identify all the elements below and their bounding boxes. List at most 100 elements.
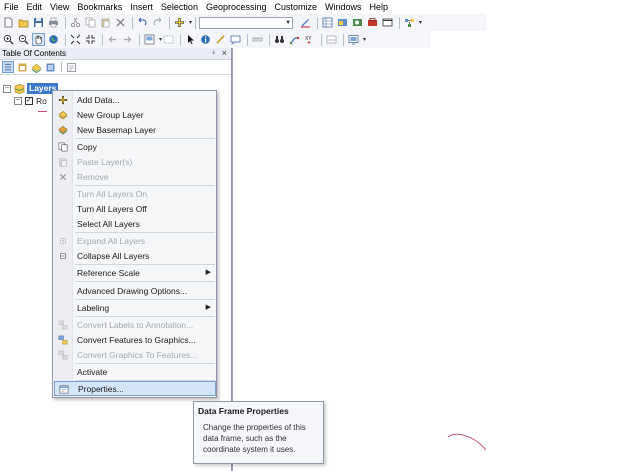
collapse-icon[interactable]: −	[3, 84, 11, 93]
layout-icon[interactable]	[143, 33, 156, 46]
submenu-arrow-icon: ▶	[205, 269, 211, 276]
standard-toolbar: ▾ ▼ ▾	[0, 14, 486, 31]
chevron-down-icon[interactable]: ▼	[285, 20, 291, 27]
menu-insert[interactable]: Insert	[130, 2, 153, 12]
paste-icon[interactable]	[99, 16, 112, 29]
chevron-down-icon[interactable]: ▾	[363, 36, 366, 43]
chevron-down-icon[interactable]: ▾	[419, 19, 422, 26]
menu-item-turn-all-layers-off[interactable]: Turn All Layers Off	[54, 201, 216, 216]
toolbar-empty-area	[486, 14, 620, 48]
menu-item-label: Select All Layers	[77, 218, 140, 229]
full-extent-icon[interactable]	[47, 33, 60, 46]
time-slider-icon[interactable]	[325, 33, 338, 46]
menu-view[interactable]: View	[50, 2, 69, 12]
back-icon[interactable]	[106, 33, 119, 46]
menu-item-label: Convert Graphics To Features...	[77, 349, 198, 360]
menu-item-reference-scale[interactable]: Reference Scale ▶	[54, 265, 216, 280]
menu-item-labeling[interactable]: Labeling ▶	[54, 300, 216, 315]
menu-geoprocessing[interactable]: Geoprocessing	[206, 2, 267, 12]
menu-help[interactable]: Help	[370, 2, 389, 12]
options-icon[interactable]	[65, 61, 77, 73]
map-scale-combo[interactable]: ▼	[199, 16, 294, 29]
toolbar-separator	[132, 16, 133, 29]
menu-item-add-data[interactable]: Add Data...	[54, 92, 216, 107]
new-document-icon[interactable]	[2, 16, 15, 29]
fixed-zoom-in-icon[interactable]	[69, 33, 82, 46]
pin-icon[interactable]: ᛎ	[211, 49, 216, 58]
find-icon[interactable]	[273, 33, 286, 46]
menu-item-remove[interactable]: Remove	[54, 169, 216, 184]
select-features-icon[interactable]	[162, 33, 175, 46]
pan-icon[interactable]	[32, 33, 45, 46]
menu-item-properties[interactable]: Properties...	[54, 381, 216, 396]
menu-bookmarks[interactable]: Bookmarks	[77, 2, 122, 12]
catalog-icon[interactable]	[336, 16, 349, 29]
list-by-drawing-order-icon[interactable]	[2, 61, 14, 73]
cut-icon[interactable]	[69, 16, 82, 29]
viewer-icon[interactable]	[347, 33, 360, 46]
menu-item-convert-labels-to-annotation[interactable]: Convert Labels to Annotation...	[54, 317, 216, 332]
chevron-down-icon[interactable]: ▾	[189, 19, 192, 26]
list-by-selection-icon[interactable]	[44, 61, 56, 73]
list-by-visibility-icon[interactable]	[30, 61, 42, 73]
table-icon[interactable]	[321, 16, 334, 29]
menu-item-activate[interactable]: Activate	[54, 364, 216, 379]
layer-visibility-checkbox[interactable]: ✓	[25, 96, 33, 105]
menu-item-label: Turn All Layers Off	[77, 203, 147, 214]
measure-icon[interactable]	[251, 33, 264, 46]
menu-selection[interactable]: Selection	[161, 2, 198, 12]
fixed-zoom-out-icon[interactable]	[84, 33, 97, 46]
list-by-source-icon[interactable]	[16, 61, 28, 73]
search-window-icon[interactable]	[351, 16, 364, 29]
print-icon[interactable]	[47, 16, 60, 29]
menu-item-new-group-layer[interactable]: New Group Layer	[54, 107, 216, 122]
menu-customize[interactable]: Customize	[275, 2, 318, 12]
menu-item-collapse-all-layers[interactable]: Collapse All Layers	[54, 248, 216, 263]
tools-toolbar: ▾ XY ▾	[0, 31, 430, 48]
menu-item-expand-all-layers[interactable]: Expand All Layers	[54, 233, 216, 248]
menu-item-convert-graphics-to-features[interactable]: Convert Graphics To Features...	[54, 347, 216, 362]
select-elements-icon[interactable]	[184, 33, 197, 46]
find-route-icon[interactable]	[288, 33, 301, 46]
tree-row-layers[interactable]: − Layers	[3, 83, 59, 94]
open-icon[interactable]	[17, 16, 30, 29]
model-builder-icon[interactable]	[403, 16, 416, 29]
menu-item-turn-all-layers-on[interactable]: Turn All Layers On	[54, 186, 216, 201]
delete-icon[interactable]	[114, 16, 127, 29]
menu-item-select-all-layers[interactable]: Select All Layers	[54, 216, 216, 231]
map-feature-line	[447, 433, 487, 451]
zoom-out-icon[interactable]	[17, 33, 30, 46]
editor-icon[interactable]	[299, 16, 312, 29]
identify-icon[interactable]	[199, 33, 212, 46]
expand-icon	[54, 233, 72, 248]
hyperlink-icon[interactable]	[214, 33, 227, 46]
redo-icon[interactable]	[151, 16, 164, 29]
forward-icon[interactable]	[121, 33, 134, 46]
toolbar-separator	[139, 33, 140, 46]
tree-row-layer[interactable]: − ✓ Ro	[14, 95, 47, 106]
python-icon[interactable]	[381, 16, 394, 29]
menu-item-copy[interactable]: Copy	[54, 139, 216, 154]
menu-item-new-basemap-layer[interactable]: New Basemap Layer	[54, 122, 216, 137]
menu-item-convert-features-to-graphics[interactable]: Convert Features to Graphics...	[54, 332, 216, 347]
add-data-icon[interactable]	[173, 16, 186, 29]
menu-windows[interactable]: Windows	[325, 2, 362, 12]
menu-file[interactable]: File	[4, 2, 19, 12]
zoom-in-icon[interactable]	[2, 33, 15, 46]
close-icon[interactable]: ×	[222, 48, 227, 58]
collapse-icon[interactable]: −	[14, 96, 22, 105]
menu-edit[interactable]: Edit	[27, 2, 43, 12]
menu-item-label: New Basemap Layer	[77, 124, 156, 135]
menu-item-paste-layers[interactable]: Paste Layer(s)	[54, 154, 216, 169]
goto-xy-icon[interactable]: XY	[303, 33, 316, 46]
remove-icon	[54, 169, 72, 184]
arctoolbox-icon[interactable]	[366, 16, 379, 29]
menu-item-advanced-drawing-options[interactable]: Advanced Drawing Options...	[54, 283, 216, 298]
menu-item-label: Collapse All Layers	[77, 250, 150, 261]
save-icon[interactable]	[32, 16, 45, 29]
copy-icon[interactable]	[84, 16, 97, 29]
html-popup-icon[interactable]	[229, 33, 242, 46]
menu-item-label: Copy	[77, 141, 97, 152]
undo-icon[interactable]	[136, 16, 149, 29]
layer-name[interactable]: Ro	[36, 96, 47, 106]
